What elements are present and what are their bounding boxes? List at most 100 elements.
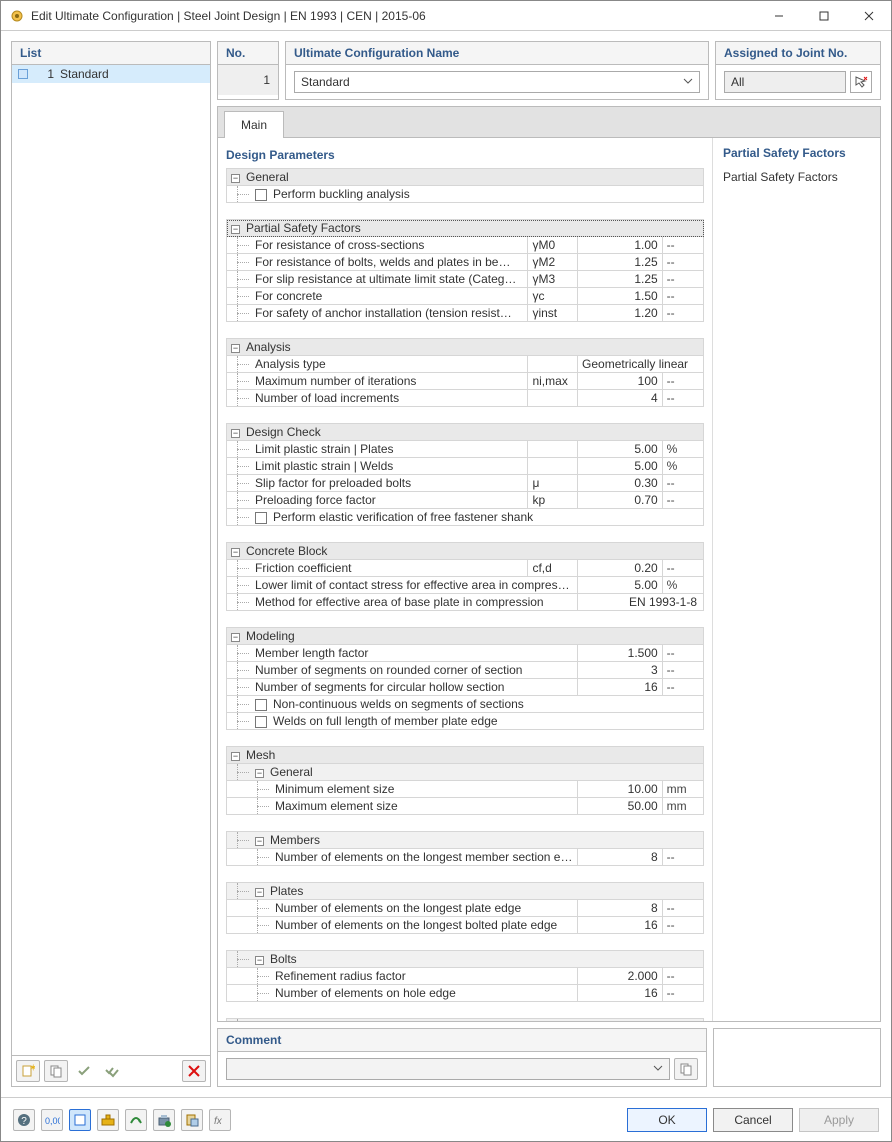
list-item[interactable]: 1 Standard xyxy=(12,65,210,83)
table-row: Analysis typeGeometrically linear xyxy=(227,356,704,373)
copy-item-button[interactable] xyxy=(44,1060,68,1082)
table-row: Limit plastic strain | Plates5.00% xyxy=(227,441,704,458)
footer: ? 0,00 fx OK Cancel Apply xyxy=(1,1097,891,1141)
subgroup-mesh-members[interactable]: −Members xyxy=(227,832,704,849)
svg-text:?: ? xyxy=(21,1116,27,1127)
window-title: Edit Ultimate Configuration | Steel Join… xyxy=(31,9,756,23)
table-row: Number of segments for circular hollow s… xyxy=(227,679,704,696)
comment-box: Comment xyxy=(217,1028,707,1087)
assigned-input[interactable]: All xyxy=(724,71,846,93)
no-label: No. xyxy=(218,42,278,65)
top-row: No. 1 Ultimate Configuration Name Standa… xyxy=(217,41,881,100)
close-button[interactable] xyxy=(846,1,891,30)
comment-label: Comment xyxy=(218,1029,706,1052)
right-column: No. 1 Ultimate Configuration Name Standa… xyxy=(217,41,881,1087)
table-row: For resistance of cross-sectionsγM01.00-… xyxy=(227,237,704,254)
maximize-button[interactable] xyxy=(801,1,846,30)
table-row: For safety of anchor installation (tensi… xyxy=(227,305,704,322)
group-analysis[interactable]: −Analysis xyxy=(227,339,704,356)
pick-joint-button[interactable] xyxy=(850,71,872,93)
table-row: Refinement radius factor2.000-- xyxy=(227,968,704,985)
table-row: Limit plastic strain | Welds5.00% xyxy=(227,458,704,475)
units-button[interactable]: 0,00 xyxy=(41,1109,63,1131)
table-row: For resistance of bolts, welds and plate… xyxy=(227,254,704,271)
tab-content: Design Parameters −General Perform buckl… xyxy=(218,138,880,1021)
cancel-button[interactable]: Cancel xyxy=(713,1108,793,1132)
list-body[interactable]: 1 Standard xyxy=(12,65,210,1055)
chevron-down-icon xyxy=(653,1063,663,1073)
table-row: Slip factor for preloaded boltsμ0.30-- xyxy=(227,475,704,492)
row-elastic-check[interactable]: Perform elastic verification of free fas… xyxy=(227,509,704,526)
row-noncontinuous[interactable]: Non-continuous welds on segments of sect… xyxy=(227,696,704,713)
svg-text:✶: ✶ xyxy=(29,1064,35,1074)
dialog-window: Edit Ultimate Configuration | Steel Join… xyxy=(0,0,892,1142)
chevron-down-icon xyxy=(683,76,693,86)
assigned-box: Assigned to Joint No. All xyxy=(715,41,881,100)
comment-select[interactable] xyxy=(226,1058,670,1080)
help-button[interactable]: ? xyxy=(13,1109,35,1131)
group-modeling[interactable]: −Modeling xyxy=(227,628,704,645)
no-value: 1 xyxy=(218,65,278,95)
table-row: Maximum element size50.00mm xyxy=(227,798,704,815)
list-panel: List 1 Standard ✶ xyxy=(11,41,211,1087)
apply-button: Apply xyxy=(799,1108,879,1132)
list-item-number: 1 xyxy=(36,67,54,81)
parameters-title: Design Parameters xyxy=(226,146,704,168)
group-design[interactable]: −Design Check xyxy=(227,424,704,441)
dialog-body: List 1 Standard ✶ No. xyxy=(1,31,891,1097)
svg-text:fx: fx xyxy=(214,1116,223,1127)
tab-main[interactable]: Main xyxy=(224,111,284,138)
no-box: No. 1 xyxy=(217,41,279,100)
delete-item-button[interactable] xyxy=(182,1060,206,1082)
table-row: Method for effective area of base plate … xyxy=(227,594,704,611)
row-buckling[interactable]: Perform buckling analysis xyxy=(227,186,704,203)
accept-all-button[interactable] xyxy=(100,1060,124,1082)
table-row: Number of elements on the longest plate … xyxy=(227,900,704,917)
minimize-button[interactable] xyxy=(756,1,801,30)
subgroup-mesh-plates[interactable]: −Plates xyxy=(227,883,704,900)
action1-button[interactable] xyxy=(125,1109,147,1131)
accept-button[interactable] xyxy=(72,1060,96,1082)
tab-area: Main Design Parameters −General Perform … xyxy=(217,106,881,1022)
new-item-button[interactable]: ✶ xyxy=(16,1060,40,1082)
group-general[interactable]: −General xyxy=(227,169,704,186)
list-item-name: Standard xyxy=(60,67,109,81)
group-concrete[interactable]: −Concrete Block xyxy=(227,543,704,560)
name-label: Ultimate Configuration Name xyxy=(286,42,708,65)
table-row: Number of elements on the longest bolted… xyxy=(227,917,704,934)
table-row: Number of segments on rounded corner of … xyxy=(227,662,704,679)
row-welds-full[interactable]: Welds on full length of member plate edg… xyxy=(227,713,704,730)
action4-button[interactable]: fx xyxy=(209,1109,231,1131)
view2-button[interactable] xyxy=(97,1109,119,1131)
titlebar: Edit Ultimate Configuration | Steel Join… xyxy=(1,1,891,31)
list-header: List xyxy=(12,42,210,65)
subgroup-mesh-general[interactable]: −General xyxy=(227,764,704,781)
group-mesh[interactable]: −Mesh xyxy=(227,747,704,764)
tab-strip: Main xyxy=(218,107,880,138)
list-item-color-icon xyxy=(18,69,28,79)
view1-button[interactable] xyxy=(69,1109,91,1131)
parameters-grid[interactable]: −General Perform buckling analysis −Part… xyxy=(226,168,704,1021)
checkbox[interactable] xyxy=(255,189,267,201)
action3-button[interactable] xyxy=(181,1109,203,1131)
hint-text: Partial Safety Factors xyxy=(723,170,870,184)
table-row: Lower limit of contact stress for effect… xyxy=(227,577,704,594)
ok-button[interactable]: OK xyxy=(627,1108,707,1132)
subgroup-mesh-welds[interactable]: −Welds xyxy=(227,1019,704,1022)
list-toolbar: ✶ xyxy=(12,1055,210,1086)
checkbox[interactable] xyxy=(255,512,267,524)
comment-library-button[interactable] xyxy=(674,1058,698,1080)
svg-text:0,00: 0,00 xyxy=(45,1116,60,1126)
app-icon xyxy=(9,8,25,24)
checkbox[interactable] xyxy=(255,716,267,728)
name-value: Standard xyxy=(301,75,350,89)
name-select[interactable]: Standard xyxy=(294,71,700,93)
hint-column: Partial Safety Factors Partial Safety Fa… xyxy=(712,138,880,1021)
table-row: Maximum number of iterationsni,max100-- xyxy=(227,373,704,390)
checkbox[interactable] xyxy=(255,699,267,711)
name-box: Ultimate Configuration Name Standard xyxy=(285,41,709,100)
group-psf[interactable]: −Partial Safety Factors xyxy=(227,220,704,237)
table-row: Number of load increments4-- xyxy=(227,390,704,407)
subgroup-mesh-bolts[interactable]: −Bolts xyxy=(227,951,704,968)
action2-button[interactable] xyxy=(153,1109,175,1131)
